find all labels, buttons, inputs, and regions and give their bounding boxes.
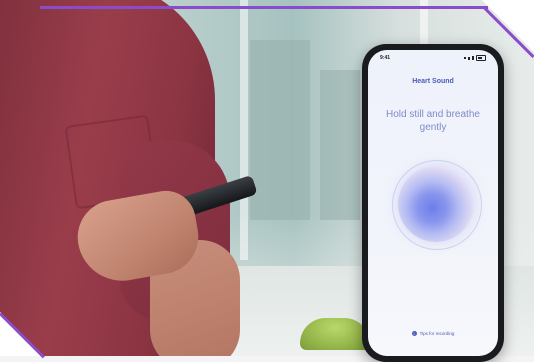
signal-icon	[472, 56, 474, 60]
accent-border-top	[40, 6, 488, 9]
phone-mockup: 9:41 Heart Sound Hold still and breathe …	[362, 44, 504, 362]
phone-screen: 9:41 Heart Sound Hold still and breathe …	[368, 50, 498, 356]
signal-icon	[464, 57, 466, 59]
status-icons	[464, 55, 486, 61]
screen-title: Heart Sound	[412, 78, 454, 85]
plant	[300, 318, 370, 350]
recording-orb	[398, 166, 474, 242]
corner-cut	[482, 0, 534, 52]
status-time: 9:41	[380, 55, 391, 61]
window-frame	[240, 0, 248, 260]
signal-icon	[468, 56, 470, 60]
tips-link-label: Tips for recording	[419, 331, 455, 336]
status-bar: 9:41	[368, 50, 498, 66]
recording-instruction: Hold still and breathe gently	[386, 109, 480, 133]
tips-link[interactable]: i Tips for recording	[368, 331, 498, 336]
background-building	[320, 70, 360, 220]
background-building	[250, 40, 310, 220]
info-icon: i	[411, 331, 417, 336]
battery-icon	[476, 55, 486, 61]
